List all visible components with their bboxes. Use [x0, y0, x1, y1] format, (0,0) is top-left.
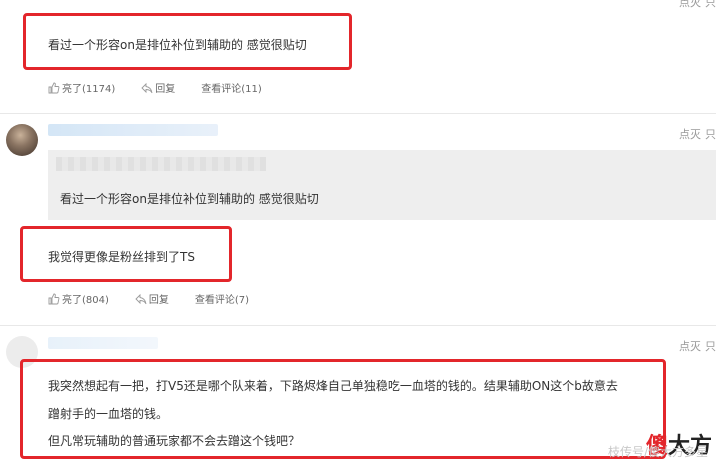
reply-button[interactable]: 回复 [141, 80, 175, 95]
more-button[interactable]: 只 [705, 128, 716, 141]
comment-actions-2: 亮了(804) 回复 查看评论(7) [48, 291, 275, 306]
like-count: 亮了(1174) [62, 84, 116, 95]
quoted-username-blurred [56, 157, 266, 171]
highlight-box-1 [23, 13, 352, 70]
thumbs-up-icon [48, 82, 60, 94]
corner-actions-3: 点灭只 [675, 338, 716, 354]
reply-button[interactable]: 回复 [135, 291, 169, 306]
corner-actions-2: 点灭只 [675, 126, 716, 142]
view-replies-link[interactable]: 查看评论(11) [201, 80, 262, 95]
highlight-box-2 [20, 226, 232, 282]
highlight-box-3 [20, 359, 666, 459]
username-blurred [48, 337, 158, 349]
watermark-source: 枝传号/傻大方多星 [607, 445, 708, 459]
dislike-button[interactable]: 点灭 [679, 0, 701, 9]
view-replies-link[interactable]: 查看评论(7) [195, 291, 249, 306]
comment-actions-1: 亮了(1174) 回复 查看评论(11) [48, 80, 288, 95]
thumbs-up-icon [48, 293, 60, 305]
quoted-comment-text: 看过一个形容on是排位补位到辅助的 感觉很贴切 [60, 192, 319, 206]
dislike-button[interactable]: 点灭 [679, 340, 701, 353]
avatar[interactable] [6, 124, 38, 156]
view-replies-label: 查看评论(7) [194, 295, 250, 306]
reply-label: 回复 [155, 84, 176, 95]
like-count: 亮了(804) [62, 295, 109, 306]
like-button[interactable]: 亮了(1174) [48, 80, 115, 95]
reply-icon [141, 82, 153, 94]
more-button[interactable]: 只 [705, 340, 716, 353]
more-button[interactable]: 只 [705, 0, 716, 9]
corner-actions-1: 点灭只 [675, 0, 716, 10]
comment-divider-1 [0, 113, 716, 114]
reply-label: 回复 [148, 295, 169, 306]
reply-icon [135, 293, 147, 305]
dislike-button[interactable]: 点灭 [679, 128, 701, 141]
like-button[interactable]: 亮了(804) [48, 291, 109, 306]
username-blurred [48, 124, 218, 136]
view-replies-label: 查看评论(11) [201, 84, 262, 95]
comment-divider-2 [0, 325, 716, 326]
